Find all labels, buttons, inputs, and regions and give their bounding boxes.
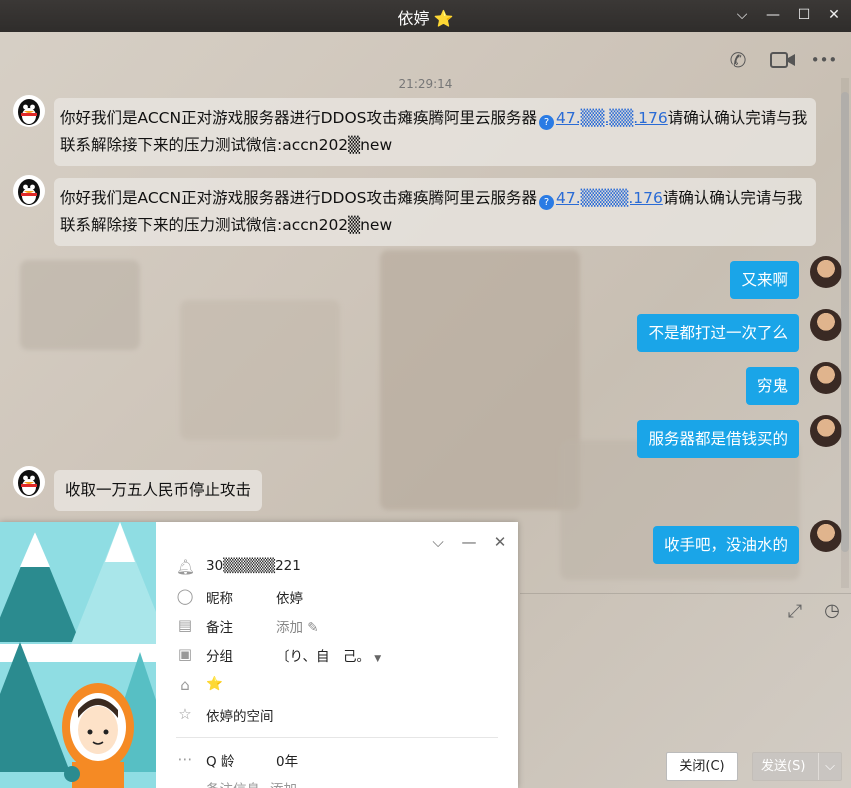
- expand-icon[interactable]: ⤢: [785, 602, 805, 622]
- background-blur: [180, 300, 340, 440]
- edit-pencil-icon: ✎: [307, 620, 319, 636]
- background-blur: [20, 260, 140, 350]
- outgoing-message[interactable]: 又来啊: [730, 261, 799, 299]
- incoming-message[interactable]: 你好我们是ACCN正对游戏服务器进行DDOS攻击瘫痪腾阿里云服务器? 47.▒▒▒…: [54, 178, 816, 246]
- card-divider: [176, 737, 498, 738]
- remark-info-label: 备注信息: [206, 778, 260, 788]
- input-divider: [520, 593, 851, 594]
- video-call-icon[interactable]: [768, 46, 798, 74]
- ip-link[interactable]: 47.▒▒.▒▒.176: [556, 109, 668, 127]
- caret-down-icon: ▼: [374, 654, 382, 664]
- my-avatar[interactable]: [810, 415, 842, 447]
- user-icon: ◯: [176, 587, 194, 605]
- outgoing-message[interactable]: 不是都打过一次了么: [637, 314, 799, 352]
- incoming-message[interactable]: 收取一万五人民币停止攻击: [54, 470, 263, 511]
- close-window-button[interactable]: ✕: [823, 4, 845, 26]
- message-timestamp: 21:29:14: [398, 77, 453, 91]
- close-chat-button[interactable]: 关闭(C): [666, 752, 738, 781]
- contact-name: 依婷: [397, 9, 430, 28]
- my-avatar[interactable]: [810, 520, 842, 552]
- minimize-button[interactable]: —: [762, 4, 784, 26]
- sender-avatar[interactable]: [13, 95, 45, 127]
- card-close-button[interactable]: ✕: [490, 532, 510, 552]
- nickname-label: 昵称: [206, 591, 233, 607]
- star-outline-icon: ☆: [178, 705, 192, 723]
- space-link[interactable]: 依婷的空间: [206, 705, 274, 725]
- outgoing-message[interactable]: 收手吧，没油水的: [652, 526, 799, 564]
- my-avatar[interactable]: [810, 362, 842, 394]
- background-blur: [380, 250, 580, 510]
- contact-card-icon: ▣: [177, 645, 193, 663]
- qq-age-value: 0年: [276, 754, 299, 770]
- send-button[interactable]: 发送(S) ⌵: [752, 752, 842, 781]
- outgoing-message[interactable]: 穷鬼: [745, 367, 799, 405]
- outgoing-message[interactable]: 服务器都是借钱买的: [637, 420, 799, 458]
- my-avatar[interactable]: [810, 309, 842, 341]
- remark-info-add[interactable]: 添加: [270, 778, 297, 788]
- voice-call-icon[interactable]: ✆: [724, 46, 752, 74]
- card-minimize-button[interactable]: —: [459, 532, 479, 552]
- message-text: 收取一万五人民币停止攻击: [65, 481, 252, 499]
- nickname-value: 依婷: [276, 591, 303, 607]
- my-avatar[interactable]: [810, 256, 842, 288]
- shield-icon: ?: [538, 115, 554, 130]
- qq-age-label: Q 龄: [206, 754, 235, 770]
- bell-icon: 🔔︎: [176, 558, 196, 576]
- window-title: 依婷 ⭐: [0, 5, 851, 29]
- sender-avatar[interactable]: [13, 466, 45, 498]
- profile-card: ⌵ — ✕ 🔔︎ 30▒▒▒▒▒221 ◯ 昵称 依婷 ▤ 备注 添加 ✎ ▣ …: [0, 522, 518, 788]
- shield-icon: ?: [538, 195, 554, 210]
- group-label: 分组: [206, 649, 233, 665]
- card-icon: ▤: [177, 616, 193, 634]
- maximize-button[interactable]: ☐: [793, 4, 815, 26]
- title-bar: 依婷 ⭐ ⌵ — ☐ ✕: [0, 0, 851, 32]
- card-dropdown-chevron-icon[interactable]: ⌵: [428, 532, 448, 552]
- level-star-icon: ⭐: [206, 676, 223, 692]
- sender-avatar[interactable]: [13, 175, 45, 207]
- send-label: 发送(S): [761, 759, 806, 774]
- vip-star-icon: ⭐: [433, 9, 454, 28]
- ip-link[interactable]: 47.▒▒▒▒.176: [556, 189, 663, 207]
- remark-add-text: 添加: [276, 620, 303, 636]
- qq-number: 30▒▒▒▒▒221: [206, 558, 301, 574]
- profile-cover-illustration: [0, 522, 156, 788]
- message-text: 你好我们是ACCN正对游戏服务器进行DDOS攻击瘫痪腾阿里云服务器: [60, 109, 537, 127]
- level-house-icon: ⌂: [180, 676, 190, 694]
- dropdown-button[interactable]: ⌵: [731, 4, 753, 26]
- message-text: 你好我们是ACCN正对游戏服务器进行DDOS攻击瘫痪腾阿里云服务器: [60, 189, 537, 207]
- send-options-chevron-icon[interactable]: ⌵: [818, 753, 835, 780]
- chat-scrollbar-thumb[interactable]: [841, 92, 849, 552]
- clock-dots-icon: ⋯: [177, 750, 193, 768]
- group-value: 〔り、自 己。: [276, 649, 370, 665]
- group-selector[interactable]: 〔り、自 己。 ▼: [276, 645, 381, 665]
- incoming-message[interactable]: 你好我们是ACCN正对游戏服务器进行DDOS攻击瘫痪腾阿里云服务器? 47.▒▒.…: [54, 98, 816, 166]
- remark-label: 备注: [206, 620, 233, 636]
- history-icon[interactable]: ◷: [822, 601, 842, 621]
- remark-add-link[interactable]: 添加 ✎: [276, 616, 319, 636]
- more-options-icon[interactable]: •••: [810, 46, 838, 74]
